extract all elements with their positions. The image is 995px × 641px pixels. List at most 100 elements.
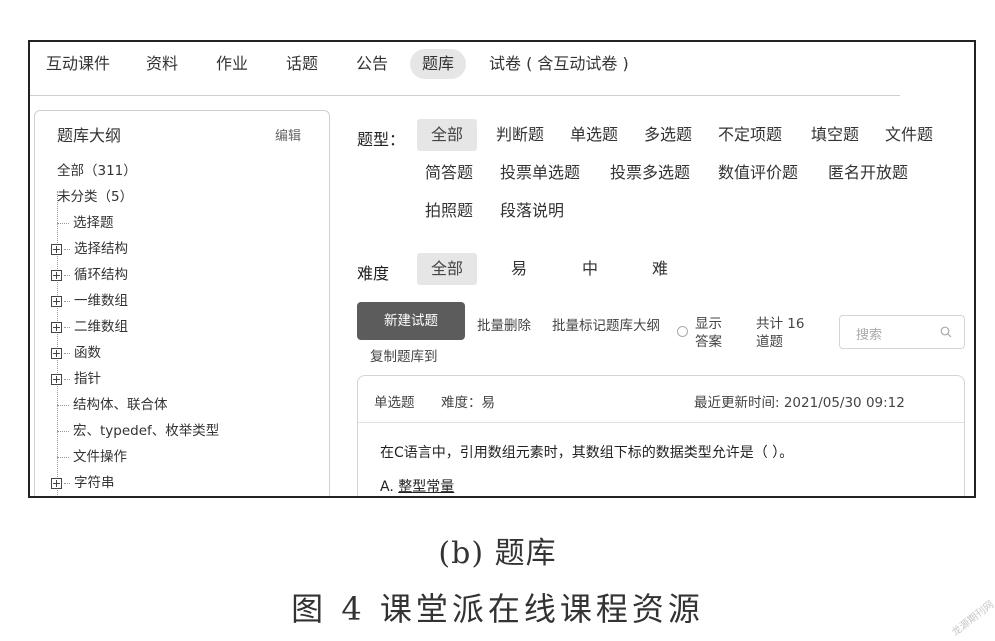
outline-item-label: 全部（311） [57,163,137,179]
outline-title: 题库大纲 [57,126,122,145]
tree-dash [57,404,69,406]
expand-icon[interactable] [51,269,62,281]
tab-materials[interactable]: 资料 [134,49,190,79]
type-chip-all[interactable]: 全部 [417,119,478,151]
app-window: 互动课件 资料 作业 话题 公告 题库 试卷 ( 含互动试卷 ) 题库大纲 编辑… [28,40,976,498]
outline-item-label: 选择结构 [74,241,128,257]
expand-icon[interactable] [51,321,62,333]
new-question-button[interactable]: 新建试题 [357,302,465,340]
tab-exam-papers[interactable]: 试卷 ( 含互动试卷 ) [477,49,641,79]
expand-icon[interactable] [51,373,62,385]
type-chip-paragraph[interactable]: 段落说明 [486,195,578,227]
outline-item-struct-union[interactable]: 结构体、联合体 [57,395,168,415]
figure-subcaption: (b) 题库 [438,536,557,571]
tree-dash [64,300,70,302]
tree-dash [64,378,70,380]
outline-item-label: 宏、typedef、枚举类型 [73,423,220,439]
show-answer-radio[interactable] [677,326,688,337]
expand-icon[interactable] [51,295,62,307]
question-updated-time: 最近更新时间: 2021/05/30 09:12 [694,395,905,411]
outline-item-strings[interactable]: 字符串 [51,473,115,493]
type-chip-indefinite[interactable]: 不定项题 [704,119,796,151]
outline-item-label: 一维数组 [74,293,128,309]
type-chip-rating[interactable]: 数值评价题 [704,157,812,189]
question-type: 单选题 [374,395,415,411]
tree-dash [64,248,70,250]
batch-delete-link[interactable]: 批量删除 [477,314,531,334]
search-input[interactable]: 搜索 [839,315,965,349]
tab-homework[interactable]: 作业 [204,49,260,79]
outline-item-all[interactable]: 全部（311） [57,161,137,181]
top-nav: 互动课件 资料 作业 话题 公告 题库 试卷 ( 含互动试卷 ) [30,42,974,96]
outline-item-label: 选择题 [73,215,114,231]
question-bank-main: 题型： 全部 判断题 单选题 多选题 不定项题 填空题 文件题 简答题 投票单选… [350,110,974,496]
type-filter-label: 题型： [357,130,406,149]
total-count-line1: 共计 16 [756,316,805,332]
outline-item-pointers[interactable]: 指针 [51,369,101,389]
tree-dash [57,222,69,224]
outline-item-macro-typedef-enum[interactable]: 宏、typedef、枚举类型 [57,421,219,441]
figure-caption: 图 4 课堂派在线课程资源 [291,590,704,628]
expand-icon[interactable] [51,477,62,489]
expand-icon[interactable] [51,347,62,359]
outline-item-uncategorized[interactable]: 未分类（5） [57,187,133,207]
question-card-header: 单选题 难度：易 最近更新时间: 2021/05/30 09:12 [358,376,964,423]
type-chip-vote-single[interactable]: 投票单选题 [486,157,594,189]
type-chip-true-false[interactable]: 判断题 [482,119,558,151]
difficulty-chip-hard[interactable]: 难 [638,253,682,285]
tree-dash [64,274,70,276]
show-answer-line2: 答案 [695,334,722,350]
question-card[interactable]: 单选题 难度：易 最近更新时间: 2021/05/30 09:12 在C语言中，… [357,375,965,496]
option-key: A. [380,479,394,495]
type-chip-vote-multiple[interactable]: 投票多选题 [596,157,704,189]
copy-bank-link[interactable]: 复制题库到 [370,345,438,365]
outline-item-choice[interactable]: 选择题 [57,213,114,233]
question-bank-outline: 题库大纲 编辑 全部（311） 未分类（5） 选择题 选择结构 循环结构 一维数… [34,110,330,496]
tab-question-bank[interactable]: 题库 [410,49,467,79]
tab-announcements[interactable]: 公告 [344,49,400,79]
type-chip-single-choice[interactable]: 单选题 [556,119,632,151]
outline-item-functions[interactable]: 函数 [51,343,101,363]
outline-item-selection-structure[interactable]: 选择结构 [51,239,128,259]
question-text: 在C语言中，引用数组元素时，其数组下标的数据类型允许是（ ）。 [380,445,794,461]
outline-item-label: 循环结构 [74,267,128,283]
nav-divider [30,95,900,96]
tree-dash [57,430,69,432]
tree-dash [57,456,69,458]
outline-item-label: 字符串 [74,475,115,491]
expand-icon[interactable] [51,243,62,255]
type-chip-short-answer[interactable]: 简答题 [411,157,487,189]
outline-item-file-ops[interactable]: 文件操作 [57,447,127,467]
search-placeholder: 搜索 [856,328,883,343]
type-chip-photo[interactable]: 拍照题 [411,195,487,227]
difficulty-filter-label: 难度 [357,264,390,283]
type-chip-multiple-choice[interactable]: 多选题 [630,119,706,151]
type-chip-fill-blank[interactable]: 填空题 [797,119,873,151]
show-answer-line1: 显示 [695,316,722,332]
tree-dash [64,352,70,354]
question-difficulty: 难度：易 [441,395,495,411]
option-text: 整型常量 [398,479,455,495]
difficulty-chip-medium[interactable]: 中 [568,253,612,285]
search-icon[interactable] [940,326,952,338]
outline-item-label: 指针 [74,371,101,387]
outline-item-label: 未分类（5） [57,189,134,205]
difficulty-chip-easy[interactable]: 易 [497,253,541,285]
difficulty-chip-all[interactable]: 全部 [417,253,478,285]
type-chip-anonymous-open[interactable]: 匿名开放题 [814,157,922,189]
tree-dash [64,482,70,484]
show-answer-label[interactable]: 显示 答案 [695,315,722,351]
outline-edit-button[interactable]: 编辑 [275,125,301,144]
outline-item-1d-array[interactable]: 一维数组 [51,291,128,311]
type-chip-file[interactable]: 文件题 [871,119,947,151]
tab-courseware[interactable]: 互动课件 [34,49,122,79]
outline-item-loop-structure[interactable]: 循环结构 [51,265,128,285]
total-count-line2: 道题 [756,334,783,350]
outline-item-label: 结构体、联合体 [73,397,168,413]
outline-item-label: 文件操作 [73,449,127,465]
outline-item-label: 函数 [74,345,101,361]
tab-topics[interactable]: 话题 [274,49,330,79]
batch-mark-outline-link[interactable]: 批量标记题库大纲 [552,314,660,334]
tree-dash [64,326,70,328]
outline-item-2d-array[interactable]: 二维数组 [51,317,128,337]
